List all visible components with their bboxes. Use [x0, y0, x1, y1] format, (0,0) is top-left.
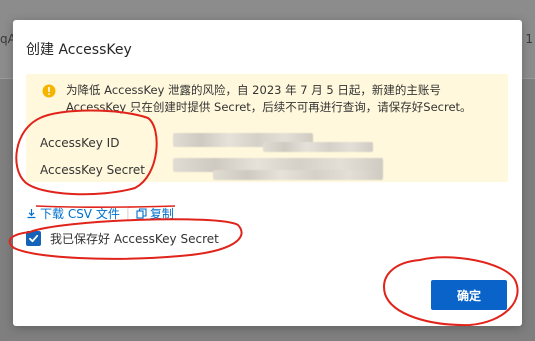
- download-icon: [27, 209, 36, 219]
- warning-circle-icon: [42, 84, 56, 98]
- dialog-title: 创建 AccessKey: [26, 42, 132, 58]
- accesskey-id-label: AccessKey ID: [40, 136, 120, 150]
- saved-confirm-label: 我已保存好 AccessKey Secret: [50, 232, 219, 246]
- alert-line-2: AccessKey 只在创建时提供 Secret，后续不可再进行查询，请保存好S…: [66, 100, 472, 114]
- alert-line-1: 为降低 AccessKey 泄露的风险，自 2023 年 7 月 5 日起，新建…: [66, 83, 441, 97]
- copy-link[interactable]: 复制: [136, 205, 174, 222]
- download-csv-link[interactable]: 下载 CSV 文件: [26, 205, 120, 222]
- copy-label: 复制: [149, 207, 174, 221]
- create-accesskey-dialog: 创建 AccessKey 为降低 AccessKey 泄露的风险，自 2023 …: [13, 20, 522, 326]
- saved-confirm-checkbox[interactable]: [26, 231, 41, 246]
- checkmark-icon: [29, 234, 39, 243]
- action-separator: |: [125, 206, 130, 221]
- saved-confirm-checkbox-row[interactable]: 我已保存好 AccessKey Secret: [26, 230, 219, 247]
- download-csv-label: 下载 CSV 文件: [40, 207, 120, 221]
- copy-icon: [136, 208, 147, 219]
- key-actions: 下载 CSV 文件 | 复制: [26, 205, 174, 222]
- backdrop-right-text: 1: [525, 32, 533, 46]
- accesskey-secret-label: AccessKey Secret: [40, 163, 146, 177]
- alert-message: 为降低 AccessKey 泄露的风险，自 2023 年 7 月 5 日起，新建…: [66, 82, 496, 116]
- confirm-button[interactable]: 确定: [431, 280, 507, 310]
